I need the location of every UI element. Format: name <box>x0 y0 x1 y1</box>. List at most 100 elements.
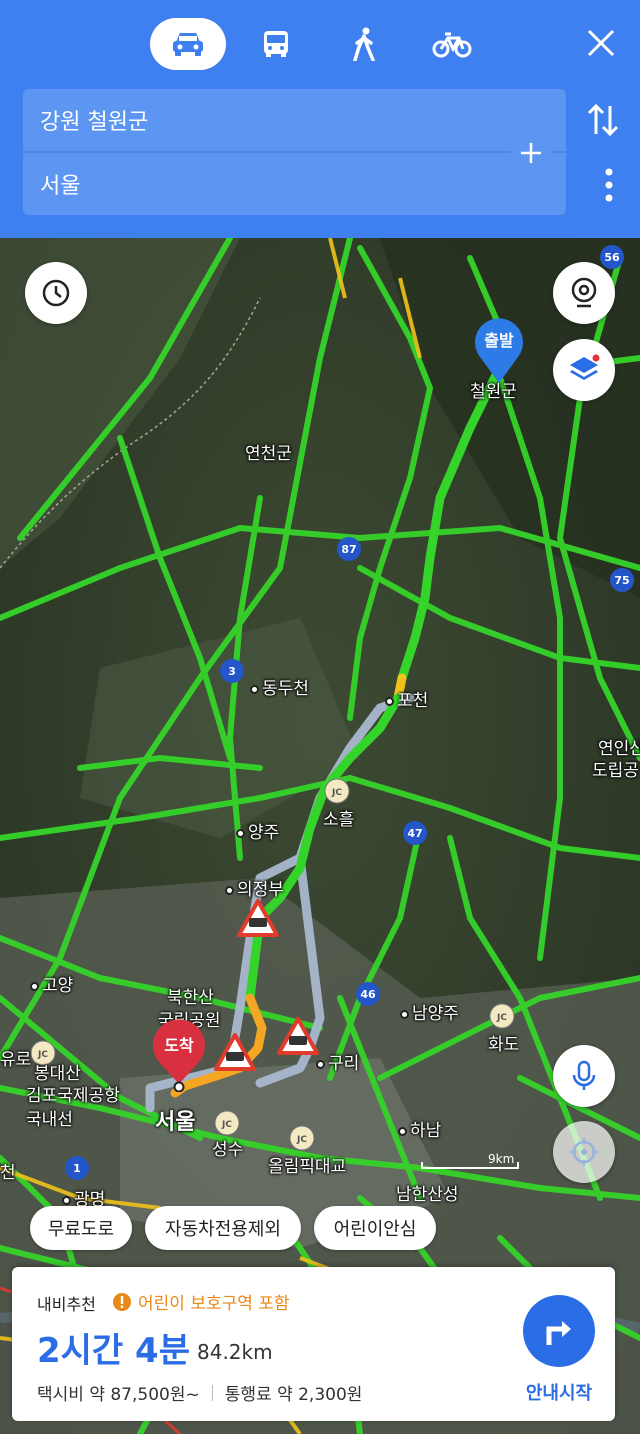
recommend-label: 내비추천 <box>37 1295 96 1314</box>
close-icon <box>587 29 615 57</box>
crosshair-icon <box>570 1138 598 1166</box>
school-zone-warning: 어린이 보호구역 포함 <box>112 1289 290 1314</box>
place-guri-text: 구리 <box>328 1054 360 1074</box>
map-view[interactable]: 87 3 47 46 56 75 1 JC JC JC JC JC 철원군 연천… <box>0 238 640 1434</box>
hazard-warning-icon[interactable] <box>236 898 280 938</box>
place-pocheon-text: 포천 <box>397 691 429 711</box>
tab-car[interactable] <box>150 18 226 70</box>
chip-child-safe[interactable]: 어린이안심 <box>314 1206 436 1250</box>
place-goyang: 고양 <box>30 971 73 996</box>
swap-icon <box>587 103 619 137</box>
svg-text:87: 87 <box>341 543 356 556</box>
place-yangju: 양주 <box>236 818 279 843</box>
city-dot <box>225 885 234 895</box>
place-gimpo-airport: 김포국제공항 <box>26 1086 120 1106</box>
svg-text:JC: JC <box>296 1135 307 1145</box>
clock-icon <box>42 279 70 307</box>
place-bukhansan: 북한산 <box>167 988 214 1008</box>
destination-marker[interactable]: 도착 <box>150 1018 208 1093</box>
route-header: 강원 철원군 서울 <box>0 0 640 238</box>
car-icon <box>173 33 203 56</box>
city-dot <box>30 981 39 991</box>
departure-time-button[interactable] <box>25 262 87 324</box>
add-waypoint-button[interactable] <box>511 133 551 173</box>
svg-text:3: 3 <box>228 665 236 678</box>
chip-free-road[interactable]: 무료도로 <box>30 1206 132 1250</box>
plus-icon <box>521 143 541 163</box>
start-marker[interactable]: 출발 <box>472 315 526 385</box>
hazard-warning-icon[interactable] <box>276 1016 320 1056</box>
place-hanam: 하남 <box>398 1116 441 1141</box>
place-soheul: 소흘 <box>323 810 355 830</box>
route-duration: 2시간 4분 <box>37 1331 190 1371</box>
city-dot <box>400 1009 409 1019</box>
place-edge: 천 <box>0 1163 16 1183</box>
place-dongducheon-text: 동두천 <box>262 679 309 699</box>
turn-right-icon <box>546 1321 571 1345</box>
place-uijeongbu: 의정부 <box>225 875 284 900</box>
place-yeonin-park: 도립공 <box>592 761 639 781</box>
satellite-map: 87 3 47 46 56 75 1 JC JC JC JC JC <box>0 238 640 1434</box>
chip-exclude-motorway[interactable]: 자동차전용제외 <box>145 1206 301 1250</box>
city-dot <box>250 684 259 694</box>
svg-text:JC: JC <box>496 1013 507 1023</box>
current-location-button[interactable] <box>553 1121 615 1183</box>
place-hanam-text: 하남 <box>410 1121 442 1141</box>
swap-route-button[interactable] <box>586 102 620 138</box>
map-layers-button[interactable] <box>553 339 615 401</box>
fare-info: 택시비 약 87,500원~ 통행료 약 2,300원 <box>37 1380 362 1405</box>
layers-icon <box>570 354 600 380</box>
scale-label: 9km <box>488 1152 515 1166</box>
place-domestic-terminal: 국내선 <box>26 1110 73 1130</box>
place-seongsu: 성수 <box>212 1140 244 1160</box>
destination-field[interactable]: 서울 <box>23 153 566 215</box>
svg-text:JC: JC <box>221 1120 232 1130</box>
cctv-icon <box>571 277 597 308</box>
route-summary-card[interactable]: 내비추천 어린이 보호구역 포함 2시간 4분 84.2km 택시비 약 87,… <box>12 1267 615 1421</box>
walk-icon <box>353 27 375 61</box>
place-pocheon: 포천 <box>385 686 428 711</box>
start-navigation-button[interactable] <box>523 1295 595 1367</box>
svg-text:1: 1 <box>73 1162 81 1175</box>
svg-text:75: 75 <box>614 574 629 587</box>
city-dot <box>236 828 245 838</box>
cctv-button[interactable] <box>553 262 615 324</box>
city-dot <box>316 1059 325 1069</box>
voice-search-button[interactable] <box>553 1045 615 1107</box>
close-button[interactable] <box>584 26 618 60</box>
map-scale: 9km <box>420 1152 520 1172</box>
destination-text: 서울 <box>40 174 81 199</box>
place-yeoncheon: 연천군 <box>245 444 292 464</box>
svg-text:56: 56 <box>604 251 620 264</box>
tab-walk[interactable] <box>326 18 402 70</box>
svg-text:JC: JC <box>331 788 342 798</box>
place-dongducheon: 동두천 <box>250 674 309 699</box>
more-menu-button[interactable] <box>604 168 614 202</box>
origin-field[interactable]: 강원 철원군 <box>23 89 566 151</box>
tab-bus[interactable] <box>238 18 314 70</box>
microphone-icon <box>572 1060 596 1090</box>
hazard-warning-icon[interactable] <box>213 1032 257 1072</box>
place-yangju-text: 양주 <box>248 823 280 843</box>
fare-divider <box>211 1384 213 1401</box>
place-guri: 구리 <box>316 1049 359 1074</box>
place-namyangju: 남양주 <box>400 999 459 1024</box>
route-distance: 84.2km <box>197 1340 273 1364</box>
bike-icon <box>432 32 472 58</box>
place-seoul: 서울 <box>155 1110 196 1135</box>
place-olympic-bridge: 올림픽대교 <box>268 1157 347 1177</box>
place-yuro: 유로 <box>0 1050 32 1070</box>
city-dot <box>398 1126 407 1136</box>
city-dot <box>62 1195 71 1205</box>
bus-icon <box>264 31 288 57</box>
warning-icon <box>113 1292 131 1311</box>
start-navigation-label[interactable]: 안내시작 <box>509 1379 609 1405</box>
place-namyangju-text: 남양주 <box>412 1004 459 1024</box>
tab-bike[interactable] <box>414 18 490 70</box>
place-uijeongbu-text: 의정부 <box>237 880 284 900</box>
toll-fee: 통행료 약 2,300원 <box>224 1385 363 1405</box>
route-input-box: 강원 철원군 서울 <box>23 89 566 215</box>
end-label: 도착 <box>164 1036 194 1055</box>
city-dot <box>385 696 394 706</box>
place-hwado: 화도 <box>488 1035 520 1055</box>
